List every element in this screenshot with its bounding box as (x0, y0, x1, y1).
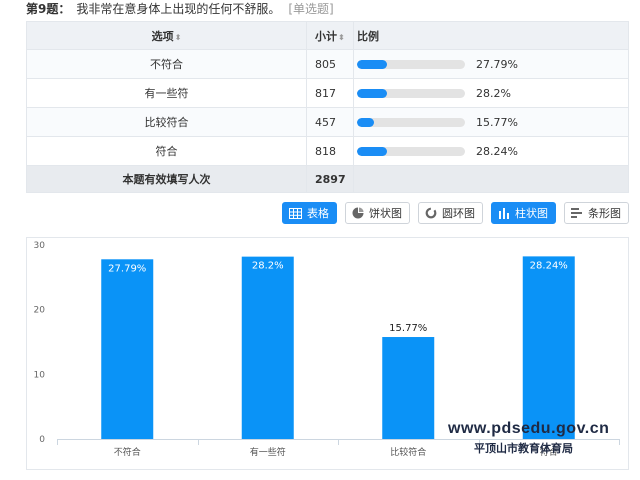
pie-chart-label: 饼状图 (369, 207, 402, 220)
progress-track (357, 117, 465, 127)
pie-chart-icon (352, 207, 364, 219)
ratio-cell: 28.2% (353, 78, 629, 108)
table-row: 符合 818 28.24% (26, 136, 629, 166)
option-header-label: 选项 (151, 29, 174, 43)
count-cell: 457 (306, 107, 354, 137)
question-number: 第9题： (26, 1, 71, 16)
horizontal-bar-icon (571, 207, 583, 219)
table-row: 不符合 805 27.79% (26, 49, 629, 79)
total-count: 2897 (306, 165, 354, 193)
progress-fill (357, 59, 387, 69)
progress-track (357, 146, 465, 156)
bar-chart-label: 柱状图 (515, 207, 548, 220)
ratio-cell: 15.77% (353, 107, 629, 137)
count-header-label: 小计 (315, 29, 337, 43)
chart-bar (522, 256, 575, 439)
sort-icon[interactable]: ⬍ (338, 33, 345, 42)
progress-track (357, 88, 465, 98)
horizontal-bar-chart-button[interactable]: 条形图 (564, 202, 629, 224)
data-label: 15.77% (389, 323, 427, 334)
progress-fill (357, 146, 388, 156)
table-icon (289, 207, 302, 219)
view-toggle-buttons: 表格 饼状图 圆环图 柱状图 条形图 (282, 202, 629, 224)
option-cell: 有一些符 (26, 78, 307, 108)
count-column-header[interactable]: 小计⬍ (306, 21, 354, 50)
progress-track (357, 59, 465, 69)
percent-label: 28.2% (476, 86, 511, 100)
progress-fill (357, 88, 388, 98)
watermark: www.pdsedu.gov.cn 平顶山市教育体育局 (448, 420, 609, 456)
ratio-header-label: 比例 (357, 29, 379, 43)
option-column-header[interactable]: 选项⬍ (26, 21, 307, 50)
total-label: 本题有效填写人次 (26, 165, 307, 193)
table-view-label: 表格 (307, 207, 329, 220)
total-ratio-cell (353, 165, 629, 193)
chart-bar (241, 256, 294, 439)
total-row: 本题有效填写人次 2897 (26, 165, 629, 193)
y-tick-label: 10 (34, 370, 46, 380)
option-cell: 比较符合 (26, 107, 307, 137)
percent-label: 27.79% (476, 57, 518, 71)
data-label: 28.24% (530, 260, 568, 271)
table-row: 有一些符 817 28.2% (26, 78, 629, 108)
question-type: [单选题] (288, 1, 334, 16)
option-cell: 符合 (26, 136, 307, 166)
progress-fill (357, 117, 375, 127)
ring-chart-icon (425, 207, 437, 219)
bar-chart-icon (498, 207, 510, 219)
count-cell: 817 (306, 78, 354, 108)
ratio-cell: 27.79% (353, 49, 629, 79)
x-tick-label: 有一些符 (250, 446, 286, 458)
table-header-row: 选项⬍ 小计⬍ 比例 (26, 21, 629, 50)
data-label: 27.79% (108, 263, 146, 274)
y-tick-label: 30 (34, 241, 46, 251)
results-table: 选项⬍ 小计⬍ 比例 不符合 805 27.79% 有一些符 817 28.2%… (26, 21, 629, 193)
percent-label: 15.77% (476, 115, 518, 129)
ratio-column-header: 比例 (353, 21, 629, 50)
count-cell: 805 (306, 49, 354, 79)
watermark-url: www.pdsedu.gov.cn (448, 420, 610, 437)
table-view-button[interactable]: 表格 (282, 202, 337, 224)
chart-bar (101, 259, 154, 439)
chart-bar (382, 337, 435, 439)
ring-chart-label: 圆环图 (442, 207, 475, 220)
x-tick-label: 比较符合 (390, 446, 426, 458)
question-header: 第9题： 我非常在意身体上出现的任何不舒服。 [单选题] (26, 0, 334, 16)
percent-label: 28.24% (476, 144, 518, 158)
y-tick-label: 0 (39, 435, 45, 445)
watermark-org: 平顶山市教育体育局 (474, 442, 573, 455)
ring-chart-button[interactable]: 圆环图 (418, 202, 483, 224)
count-cell: 818 (306, 136, 354, 166)
table-row: 比较符合 457 15.77% (26, 107, 629, 137)
x-tick-label: 不符合 (114, 446, 141, 458)
pie-chart-button[interactable]: 饼状图 (345, 202, 410, 224)
data-label: 28.2% (252, 261, 284, 272)
y-tick-label: 20 (34, 306, 46, 316)
ratio-cell: 28.24% (353, 136, 629, 166)
option-cell: 不符合 (26, 49, 307, 79)
question-text: 我非常在意身体上出现的任何不舒服。 (76, 1, 281, 16)
sort-icon[interactable]: ⬍ (175, 33, 182, 42)
bar-chart-button[interactable]: 柱状图 (491, 202, 556, 224)
horizontal-bar-label: 条形图 (588, 207, 621, 220)
